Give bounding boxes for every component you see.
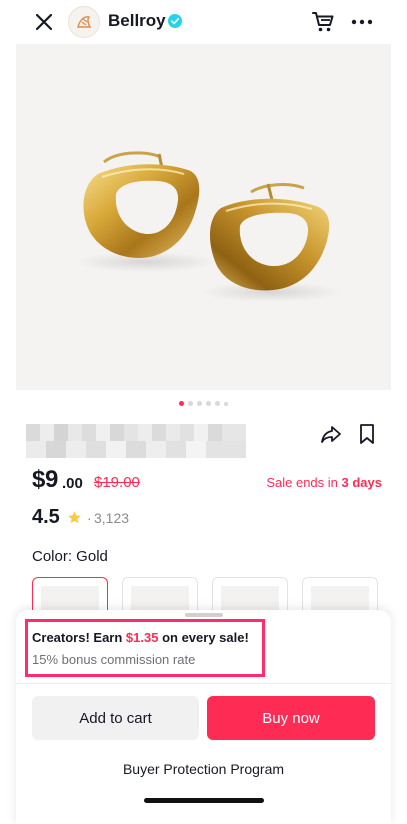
current-price: $9 bbox=[32, 466, 59, 493]
creator-commission-rate: 15% bonus commission rate bbox=[32, 652, 196, 667]
color-label: Color: Gold bbox=[32, 548, 108, 565]
divider bbox=[16, 683, 391, 684]
close-button[interactable] bbox=[33, 11, 55, 33]
carousel-dot[interactable] bbox=[197, 401, 202, 406]
sheet-drag-handle[interactable] bbox=[185, 613, 223, 617]
original-price: $19.00 bbox=[94, 474, 140, 491]
sale-countdown: Sale ends in 3 days bbox=[266, 475, 382, 490]
product-title-redacted bbox=[26, 424, 246, 458]
more-icon bbox=[351, 19, 373, 25]
cart-icon bbox=[312, 12, 334, 32]
carousel-dot[interactable] bbox=[215, 401, 220, 406]
product-image[interactable] bbox=[16, 44, 391, 390]
shop-logo-icon bbox=[77, 16, 92, 28]
close-icon bbox=[35, 13, 53, 31]
image-carousel-indicator bbox=[0, 401, 407, 407]
home-indicator bbox=[144, 798, 264, 803]
shop-avatar[interactable] bbox=[68, 6, 100, 38]
carousel-dot[interactable] bbox=[224, 401, 228, 406]
current-price-cents: .00 bbox=[62, 475, 83, 492]
more-options-button[interactable] bbox=[350, 12, 374, 32]
gold-hoop-earrings-image bbox=[76, 151, 341, 302]
creator-promo-title: Creators! Earn $1.35 on every sale! bbox=[32, 630, 249, 645]
bookmark-icon bbox=[360, 424, 374, 444]
sale-countdown-prefix: Sale ends in bbox=[266, 475, 342, 490]
creator-earn-amount: $1.35 bbox=[125, 630, 159, 645]
creator-promo-highlight bbox=[25, 619, 265, 677]
carousel-dot[interactable] bbox=[188, 401, 193, 406]
sale-countdown-days: 3 days bbox=[341, 475, 382, 490]
price-row: $9 .00 $19.00 Sale ends in 3 days bbox=[32, 466, 382, 496]
add-to-cart-button[interactable]: Add to cart bbox=[32, 696, 199, 740]
shop-name[interactable]: Bellroy bbox=[108, 11, 166, 31]
buyer-protection-link[interactable]: Buyer Protection Program bbox=[0, 761, 407, 777]
save-button[interactable] bbox=[358, 423, 376, 445]
carousel-dot[interactable] bbox=[206, 401, 211, 406]
review-count: 3,123 bbox=[94, 510, 130, 526]
carousel-dot-active[interactable] bbox=[179, 401, 184, 406]
rating-value: 4.5 bbox=[32, 506, 60, 528]
share-button[interactable] bbox=[320, 423, 342, 445]
verified-badge-icon bbox=[168, 14, 182, 28]
star-icon bbox=[68, 511, 81, 524]
rating-separator: · bbox=[87, 510, 92, 526]
cart-button[interactable] bbox=[311, 10, 335, 34]
creator-promo-suffix: on every sale! bbox=[158, 630, 249, 645]
share-icon bbox=[321, 426, 341, 443]
top-bar: Bellroy bbox=[0, 0, 407, 44]
creator-promo-prefix: Creators! Earn bbox=[32, 630, 126, 645]
buy-now-button[interactable]: Buy now bbox=[207, 696, 375, 740]
